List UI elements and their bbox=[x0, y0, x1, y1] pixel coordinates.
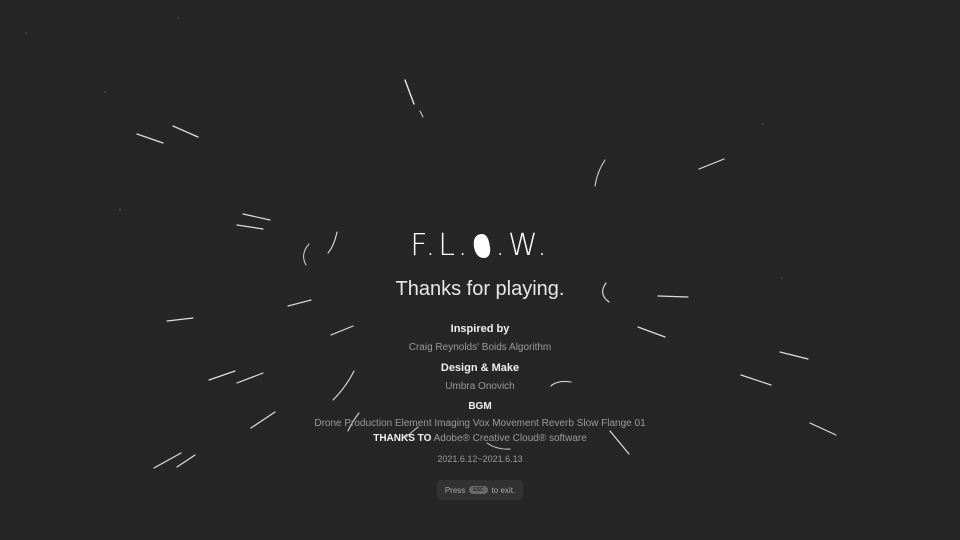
credits-panel: F.L. .W. Thanks for playing. Inspired by… bbox=[0, 0, 960, 540]
game-title-right: .W. bbox=[495, 228, 550, 263]
design-value: Umbra Onovich bbox=[445, 381, 515, 392]
game-title: F.L. .W. bbox=[0, 228, 960, 263]
exit-hint-after: to exit. bbox=[491, 485, 516, 495]
thanks-row: THANKS TO Adobe® Creative Cloud® softwar… bbox=[0, 433, 960, 444]
bgm-heading: BGM bbox=[468, 401, 492, 412]
game-title-left: F.L. bbox=[410, 228, 471, 263]
blob-logo-icon bbox=[474, 233, 491, 258]
inspired-value: Craig Reynolds' Boids Algorithm bbox=[408, 342, 552, 353]
esc-key-badge: ESC bbox=[469, 486, 488, 494]
exit-hint[interactable]: Press ESC to exit. bbox=[437, 480, 523, 500]
thanks-message: Thanks for playing. bbox=[395, 278, 565, 300]
inspired-heading: Inspired by bbox=[450, 323, 510, 335]
dev-dates: 2021.6.12~2021.6.13 bbox=[437, 454, 523, 464]
bgm-value: Drone Production Element Imaging Vox Mov… bbox=[314, 418, 646, 429]
design-heading: Design & Make bbox=[440, 362, 520, 374]
exit-hint-before: Press bbox=[444, 485, 466, 495]
thanks-heading: THANKS TO bbox=[373, 433, 432, 444]
thanks-value: Adobe® Creative Cloud® software bbox=[433, 433, 587, 444]
credits-screen: F.L. .W. Thanks for playing. Inspired by… bbox=[0, 0, 960, 540]
